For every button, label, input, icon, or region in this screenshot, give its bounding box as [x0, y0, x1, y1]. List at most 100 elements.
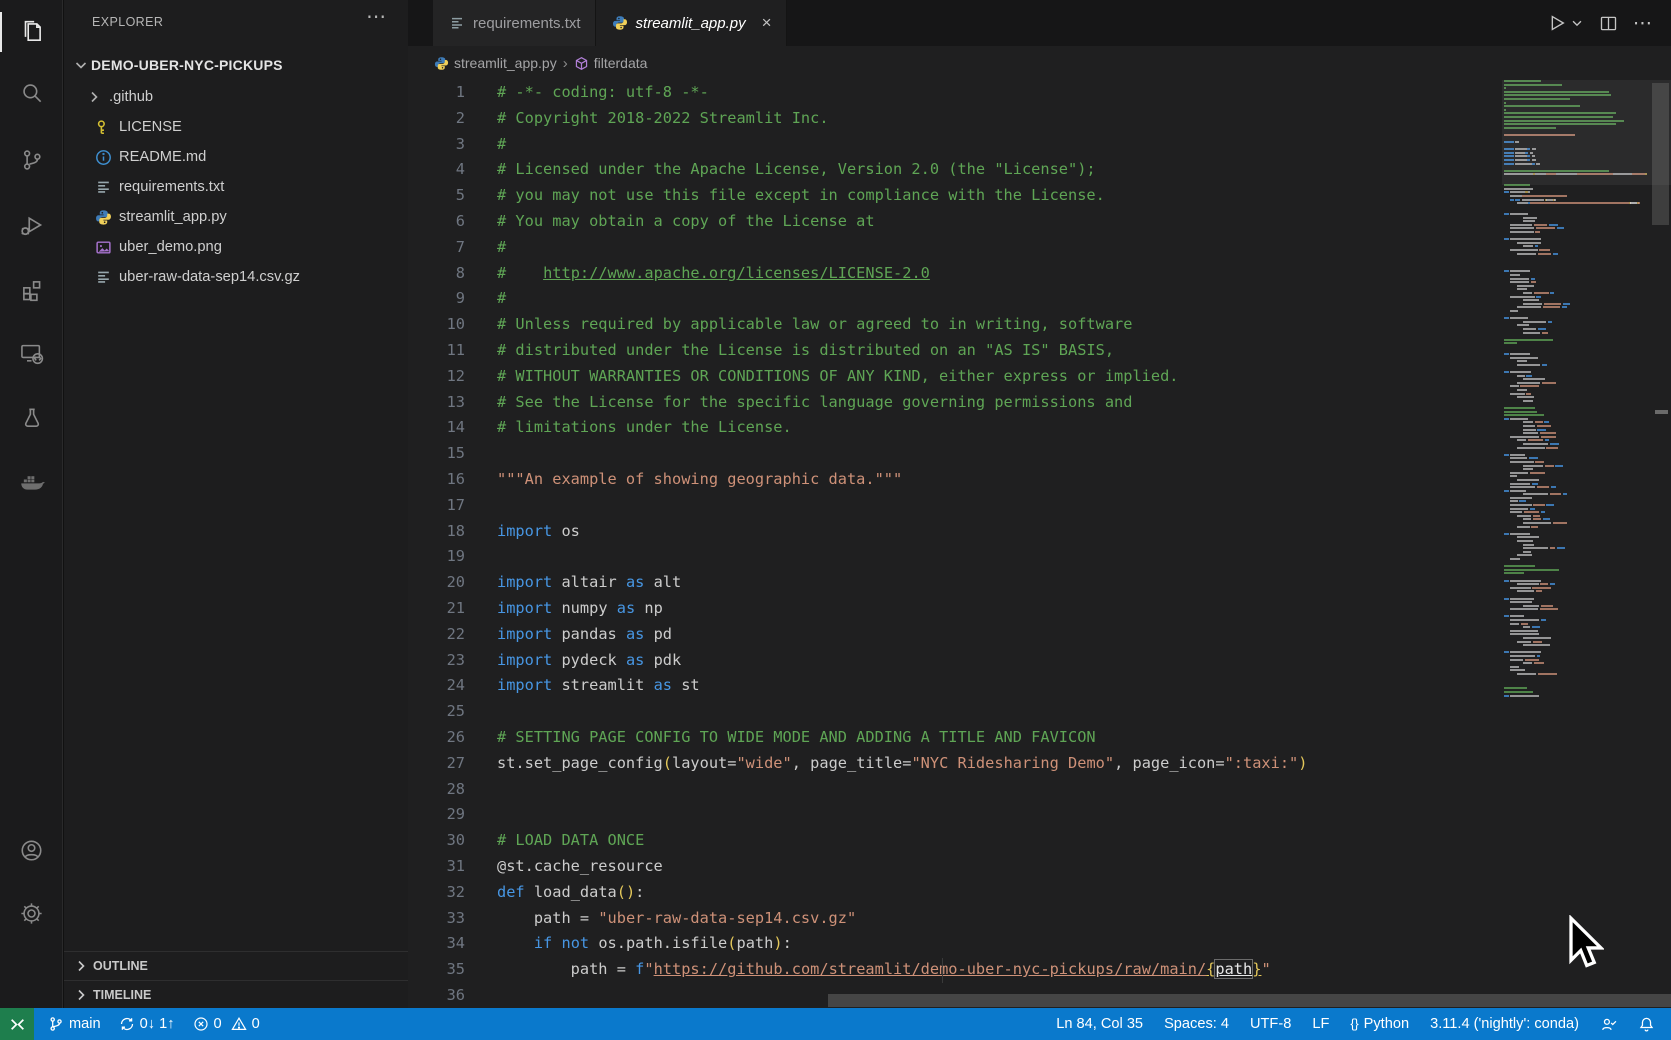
- code-line[interactable]: 31@st.cache_resource: [408, 854, 1501, 880]
- code-line[interactable]: 32def load_data():: [408, 880, 1501, 906]
- indentation-status[interactable]: Spaces: 4: [1160, 1016, 1233, 1032]
- close-icon[interactable]: ×: [762, 13, 772, 33]
- code-line[interactable]: 18import os: [408, 519, 1501, 545]
- code-line[interactable]: 35 path = f"https://github.com/streamlit…: [408, 957, 1501, 983]
- docker-icon[interactable]: [0, 455, 63, 507]
- line-number: 32: [408, 880, 465, 906]
- code-line[interactable]: 12# WITHOUT WARRANTIES OR CONDITIONS OF …: [408, 364, 1501, 390]
- code-line[interactable]: 14# limitations under the License.: [408, 415, 1501, 441]
- code-line[interactable]: 1# -*- coding: utf-8 -*-: [408, 80, 1501, 106]
- code-line[interactable]: 2# Copyright 2018-2022 Streamlit Inc.: [408, 106, 1501, 132]
- code-line[interactable]: 15: [408, 441, 1501, 467]
- line-number: 29: [408, 802, 465, 828]
- code-line[interactable]: 11# distributed under the License is dis…: [408, 338, 1501, 364]
- remote-explorer-icon[interactable]: [0, 327, 63, 379]
- git-branch-status[interactable]: main: [44, 1016, 105, 1032]
- code-line[interactable]: 29: [408, 802, 1501, 828]
- line-number: 16: [408, 467, 465, 493]
- activity-bar: [0, 0, 63, 1008]
- search-icon[interactable]: [0, 67, 63, 119]
- code-line[interactable]: 33 path = "uber-raw-data-sep14.csv.gz": [408, 906, 1501, 932]
- code-line[interactable]: 19: [408, 544, 1501, 570]
- file-label: uber-raw-data-sep14.csv.gz: [119, 269, 300, 285]
- file-row-github[interactable]: .github: [64, 82, 408, 112]
- explorer-icon[interactable]: [0, 6, 63, 58]
- code-line[interactable]: 17: [408, 493, 1501, 519]
- source-control-icon[interactable]: [0, 134, 63, 186]
- code-line[interactable]: 23import pydeck as pdk: [408, 648, 1501, 674]
- tree-root-demo-uber-nyc-pickups[interactable]: DEMO-UBER-NYC-PICKUPS: [64, 50, 408, 80]
- code-line[interactable]: 13# See the License for the specific lan…: [408, 390, 1501, 416]
- minimap[interactable]: [1502, 80, 1652, 1008]
- file-label: streamlit_app.py: [119, 209, 227, 225]
- breadcrumb-file[interactable]: streamlit_app.py: [434, 55, 557, 71]
- code-line[interactable]: 27st.set_page_config(layout="wide", page…: [408, 751, 1501, 777]
- code-line[interactable]: 30# LOAD DATA ONCE: [408, 828, 1501, 854]
- cursor-position-status[interactable]: Ln 84, Col 35: [1052, 1016, 1147, 1032]
- file-row-streamlit-app[interactable]: streamlit_app.py: [64, 202, 408, 232]
- sync-status[interactable]: 0↓ 1↑: [115, 1016, 179, 1032]
- file-row-requirements[interactable]: requirements.txt: [64, 172, 408, 202]
- code-line[interactable]: 8# http://www.apache.org/licenses/LICENS…: [408, 261, 1501, 287]
- timeline-label: TIMELINE: [93, 988, 151, 1002]
- breadcrumb-symbol[interactable]: filterdata: [574, 55, 648, 71]
- extensions-icon[interactable]: [0, 264, 63, 316]
- problems-status[interactable]: 0 0: [189, 1016, 264, 1032]
- remote-indicator[interactable]: [0, 1008, 34, 1040]
- info-icon: [95, 149, 112, 166]
- tab-streamlit-app-py[interactable]: streamlit_app.py ×: [596, 0, 787, 46]
- encoding-status[interactable]: UTF-8: [1246, 1016, 1295, 1032]
- vertical-scrollbar[interactable]: [1652, 83, 1669, 225]
- eol-status[interactable]: LF: [1308, 1016, 1333, 1032]
- code-line[interactable]: 5# you may not use this file except in c…: [408, 183, 1501, 209]
- testing-icon[interactable]: [0, 392, 63, 444]
- line-number: 17: [408, 493, 465, 519]
- code-line[interactable]: 16"""An example of showing geographic da…: [408, 467, 1501, 493]
- python-icon: [612, 15, 628, 31]
- code-line[interactable]: 10# Unless required by applicable law or…: [408, 312, 1501, 338]
- file-row-readme[interactable]: README.md: [64, 142, 408, 172]
- language-mode-status[interactable]: Python: [1346, 1016, 1413, 1032]
- symbol-cube-icon: [574, 56, 589, 71]
- code-line[interactable]: 22import pandas as pd: [408, 622, 1501, 648]
- code-line[interactable]: 3#: [408, 132, 1501, 158]
- code-line[interactable]: 26# SETTING PAGE CONFIG TO WIDE MODE AND…: [408, 725, 1501, 751]
- code-line[interactable]: 6# You may obtain a copy of the License …: [408, 209, 1501, 235]
- run-debug-icon[interactable]: [0, 199, 63, 251]
- code-line[interactable]: 9#: [408, 286, 1501, 312]
- outline-section[interactable]: OUTLINE: [64, 951, 408, 979]
- minimap-viewport[interactable]: [1502, 80, 1671, 185]
- code-line[interactable]: 21import numpy as np: [408, 596, 1501, 622]
- explorer-sidebar: EXPLORER ⋯ DEMO-UBER-NYC-PICKUPS .github…: [64, 0, 408, 1008]
- feedback-icon[interactable]: [1596, 1016, 1621, 1033]
- line-number: 23: [408, 648, 465, 674]
- timeline-section[interactable]: TIMELINE: [64, 980, 408, 1008]
- code-editor[interactable]: 1# -*- coding: utf-8 -*-2# Copyright 201…: [408, 80, 1501, 1008]
- code-line[interactable]: 20import altair as alt: [408, 570, 1501, 596]
- tab-requirements-txt[interactable]: requirements.txt: [433, 0, 596, 46]
- code-line[interactable]: 24import streamlit as st: [408, 673, 1501, 699]
- file-label: .github: [109, 89, 153, 105]
- settings-gear-icon[interactable]: [0, 887, 63, 939]
- notifications-bell-icon[interactable]: [1634, 1016, 1659, 1033]
- line-number: 19: [408, 544, 465, 570]
- code-line[interactable]: 28: [408, 777, 1501, 803]
- accounts-icon[interactable]: [0, 824, 63, 876]
- tab-label: streamlit_app.py: [636, 15, 746, 32]
- code-line[interactable]: 7#: [408, 235, 1501, 261]
- line-number: 36: [408, 983, 465, 1008]
- file-row-uber-raw-data[interactable]: uber-raw-data-sep14.csv.gz: [64, 262, 408, 292]
- python-interpreter-status[interactable]: 3.11.4 ('nightly': conda): [1426, 1016, 1583, 1032]
- line-number: 26: [408, 725, 465, 751]
- more-actions-icon[interactable]: ⋯: [1633, 12, 1653, 35]
- run-button[interactable]: [1545, 12, 1584, 34]
- explorer-more-actions-icon[interactable]: ⋯: [366, 4, 386, 29]
- file-row-uber-demo-png[interactable]: uber_demo.png: [64, 232, 408, 262]
- code-line[interactable]: 25: [408, 699, 1501, 725]
- code-line[interactable]: 34 if not os.path.isfile(path):: [408, 931, 1501, 957]
- line-number: 3: [408, 132, 465, 158]
- remote-icon: [9, 1016, 26, 1033]
- code-line[interactable]: 4# Licensed under the Apache License, Ve…: [408, 157, 1501, 183]
- file-row-license[interactable]: LICENSE: [64, 112, 408, 142]
- split-editor-button[interactable]: [1598, 13, 1619, 34]
